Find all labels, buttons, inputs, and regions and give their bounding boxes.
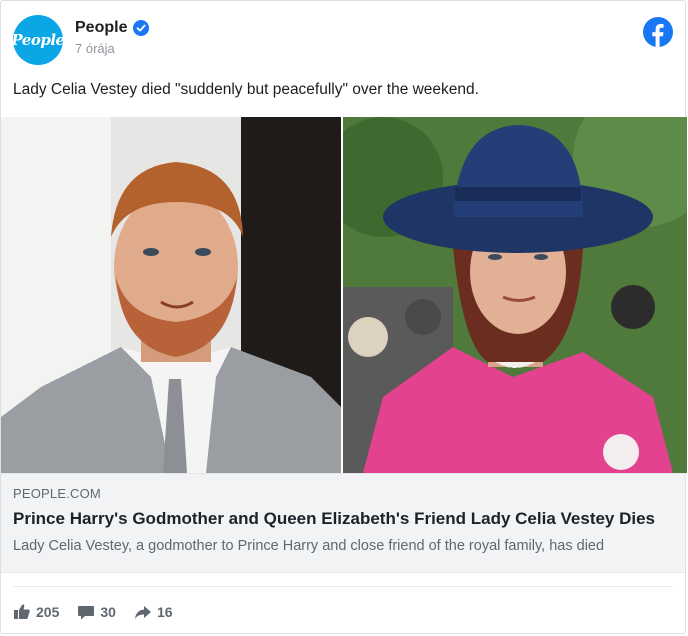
photo-prince-harry-illustration <box>1 117 341 473</box>
photo-lady-celia-vestey[interactable] <box>343 117 687 473</box>
reaction-bar: 205 30 16 <box>13 597 191 627</box>
page-avatar[interactable]: People <box>13 15 63 65</box>
post-header: People People 7 órája <box>13 13 673 65</box>
photo-prince-harry[interactable] <box>1 117 341 473</box>
like-button[interactable]: 205 <box>13 603 59 621</box>
share-count: 16 <box>156 604 173 620</box>
post-text: Lady Celia Vestey died "suddenly but pea… <box>13 81 479 98</box>
reaction-divider <box>13 586 673 587</box>
page-name-link[interactable]: People <box>75 19 127 37</box>
link-domain: PEOPLE.COM <box>13 486 101 501</box>
thumbs-up-icon <box>14 604 30 619</box>
link-title[interactable]: Prince Harry's Godmother and Queen Eliza… <box>13 509 673 529</box>
like-count: 205 <box>36 604 60 620</box>
link-preview[interactable]: PEOPLE.COM Prince Harry's Godmother and … <box>1 473 685 573</box>
share-arrow-icon <box>134 606 151 619</box>
comment-icon <box>78 606 95 620</box>
comment-button[interactable]: 30 <box>77 603 116 621</box>
verified-badge-icon <box>133 20 150 36</box>
facebook-icon[interactable] <box>643 17 673 47</box>
photo-lady-celia-vestey-illustration <box>343 117 687 473</box>
link-preview-images[interactable] <box>1 117 687 473</box>
post-timestamp[interactable]: 7 órája <box>75 41 115 56</box>
avatar-logo-text: People <box>13 31 63 49</box>
page-name-row: People <box>75 19 150 37</box>
comment-count: 30 <box>100 604 116 620</box>
post-card: People People 7 órája Lady Celia Vestey … <box>0 0 687 634</box>
share-button[interactable]: 16 <box>134 603 173 621</box>
link-description: Lady Celia Vestey, a godmother to Prince… <box>13 538 605 554</box>
